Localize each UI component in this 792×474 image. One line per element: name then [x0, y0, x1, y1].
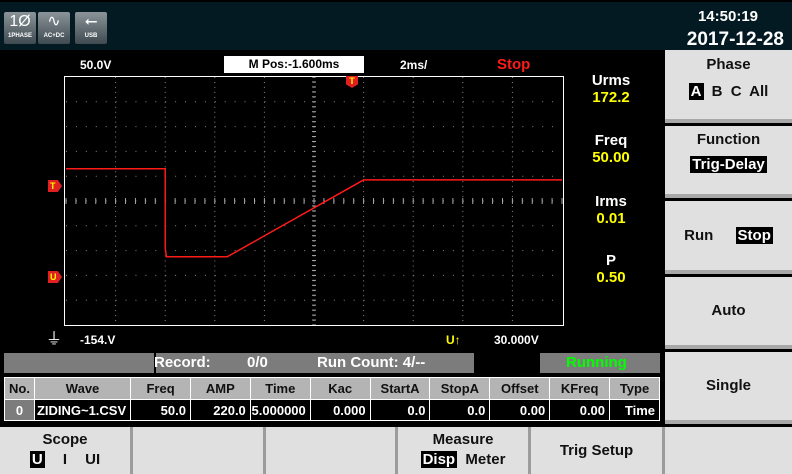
table-cell: Time — [609, 399, 660, 421]
column-header: KFreq — [549, 377, 611, 400]
record-bar: Record: 0/0 Run Count: 4/-- Running — [4, 353, 660, 373]
urms-label: Urms — [591, 72, 631, 89]
freq-label: Freq — [594, 132, 628, 149]
measure-urms: Urms 172.2 — [576, 72, 646, 106]
wave-table: No. Wave Freq AMP Time Kac StartA StopA Offset KF… — [4, 377, 660, 421]
table-cell: 0.000 — [309, 399, 371, 421]
usb-icon: ⭠ USB — [75, 12, 107, 44]
record-gap — [474, 353, 540, 373]
table-cell: ZIDING~1.CSV — [33, 399, 132, 421]
measure-meter[interactable]: Meter — [465, 451, 505, 468]
offset-value: -154.V — [80, 333, 116, 347]
column-header: Offset — [489, 377, 551, 400]
stop-option[interactable]: Stop — [735, 227, 773, 244]
clock-time: 14:50:19 — [697, 8, 758, 25]
column-header: Wave — [33, 377, 132, 400]
run-option[interactable]: Run — [684, 227, 713, 244]
run-count: Run Count: 4/-- — [317, 354, 426, 371]
table-cell: 0.0 — [429, 399, 491, 421]
waveform-plot[interactable] — [64, 76, 564, 326]
table-cell: 5.000000 — [249, 399, 311, 421]
phase-icon: 1Ø 1PHASE — [4, 12, 36, 44]
acdc-label: AC+DC — [43, 33, 65, 39]
scope-u[interactable]: U — [29, 451, 45, 468]
running-status: Running — [566, 354, 627, 371]
acdc-icon: ∿ AC+DC — [38, 12, 70, 44]
scope-title: Scope — [42, 431, 88, 448]
scope-i[interactable]: I — [63, 451, 67, 468]
function-button[interactable]: Function Trig-Delay — [665, 126, 792, 198]
table-header: No. Wave Freq AMP Time Kac StartA StopA Offset KF… — [4, 377, 660, 400]
auto-button[interactable]: Auto — [665, 277, 792, 349]
table-cell: 220.0 — [189, 399, 251, 421]
table-cell: 0 — [4, 399, 35, 421]
single-button[interactable]: Single — [665, 352, 792, 424]
blank-button-2[interactable] — [266, 427, 398, 474]
clock-date: 2017-12-28 — [686, 29, 784, 50]
phase-title: Phase — [706, 56, 751, 73]
trigger-level: 30.000V — [494, 333, 539, 347]
urms-value: 172.2 — [592, 89, 630, 106]
table-row[interactable]: 0 ZIDING~1.CSV 50.0 220.0 5.000000 0.000 0.0 0.… — [4, 399, 660, 421]
column-header: No. — [4, 377, 35, 400]
single-label: Single — [705, 377, 751, 394]
phase-b[interactable]: B — [712, 83, 723, 100]
table-cell: 0.00 — [489, 399, 551, 421]
table-cell: 0.0 — [369, 399, 431, 421]
measure-title: Measure — [432, 431, 494, 448]
ground-icon: ⏚ — [46, 331, 63, 348]
record-value: 0/0 — [247, 354, 268, 371]
scope-button[interactable]: Scope U I UI — [0, 427, 133, 474]
blank-right-button[interactable] — [665, 427, 792, 474]
top-status-bar: 1Ø 1PHASE ∿ AC+DC ⭠ USB 14:50:19 2017-12-28 — [0, 0, 792, 50]
trigger-level-marker[interactable]: T — [48, 180, 62, 192]
phase-glyph: 1Ø — [9, 13, 31, 30]
trig-setup-label: Trig Setup — [559, 442, 634, 459]
measure-freq: Freq 50.00 — [576, 132, 646, 166]
column-header: Freq — [130, 377, 191, 400]
acq-state: Stop — [497, 56, 531, 73]
column-header: StartA — [369, 377, 431, 400]
usb-label: USB — [84, 33, 98, 39]
trig-setup-button[interactable]: Trig Setup — [531, 427, 665, 474]
phase-c[interactable]: C — [731, 83, 742, 100]
freq-value: 50.00 — [592, 149, 630, 166]
scope-ui[interactable]: UI — [85, 451, 100, 468]
phase-button[interactable]: Phase A B C All — [665, 50, 792, 123]
irms-label: Irms — [595, 193, 627, 210]
column-header: StopA — [429, 377, 491, 400]
m-pos: M Pos:-1.600ms — [224, 56, 364, 73]
function-title: Function — [696, 131, 761, 148]
column-header: Time — [249, 377, 311, 400]
phase-label: 1PHASE — [7, 33, 32, 39]
acdc-glyph: ∿ — [47, 13, 61, 30]
clock: 14:50:19 2017-12-28 — [687, 8, 784, 51]
p-label: P — [605, 252, 616, 269]
usb-glyph: ⭠ — [84, 13, 98, 30]
measure-p: P 0.50 — [576, 252, 646, 286]
function-value: Trig-Delay — [690, 156, 767, 173]
table-cell: 50.0 — [130, 399, 191, 421]
column-header: Type — [609, 377, 660, 400]
record-label: Record: — [154, 354, 211, 371]
column-header: AMP — [189, 377, 251, 400]
run-stop-button[interactable]: Run Stop — [665, 201, 792, 274]
measure-disp[interactable]: Disp — [420, 451, 458, 468]
measure-button[interactable]: Measure Disp Meter — [398, 427, 531, 474]
phase-all[interactable]: All — [749, 83, 768, 100]
time-div: 2ms/ — [400, 58, 428, 72]
irms-value: 0.01 — [596, 210, 626, 227]
measure-irms: Irms 0.01 — [576, 193, 646, 227]
volt-div: 50.0V — [80, 58, 112, 72]
phase-a[interactable]: A — [688, 83, 704, 100]
channel-u-marker[interactable]: U — [48, 271, 62, 283]
table-cell: 0.00 — [549, 399, 611, 421]
p-value: 0.50 — [596, 269, 626, 286]
blank-button-1[interactable] — [133, 427, 266, 474]
auto-label: Auto — [711, 302, 746, 319]
column-header: Kac — [309, 377, 371, 400]
trigger-source: U↑ — [446, 333, 461, 347]
